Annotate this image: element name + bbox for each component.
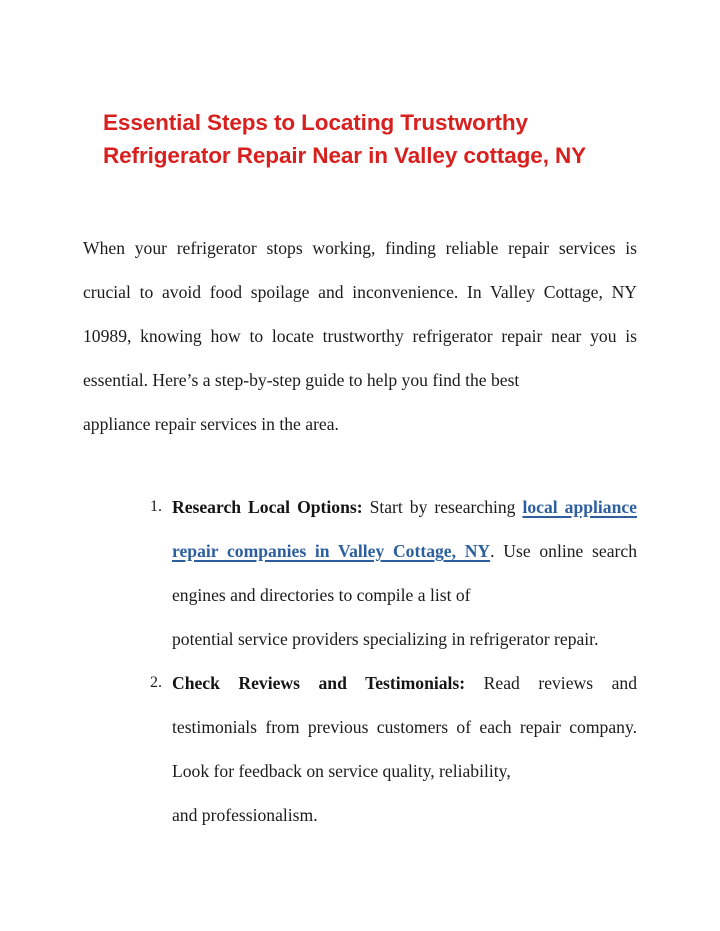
steps-list: 1. Research Local Options: Start by rese… xyxy=(136,485,637,837)
intro-paragraph-text: When your refrigerator stops working, fi… xyxy=(83,238,637,390)
list-item-tail-line: and professionalism. xyxy=(172,805,318,825)
list-item: 1. Research Local Options: Start by rese… xyxy=(136,485,637,661)
document-page: Essential Steps to Locating Trustworthy … xyxy=(0,0,720,931)
intro-paragraph-last-line: appliance repair services in the area. xyxy=(83,414,339,434)
list-item: 2. Check Reviews and Testimonials: Read … xyxy=(136,661,637,837)
intro-paragraph: When your refrigerator stops working, fi… xyxy=(83,226,637,446)
list-item-heading: Research Local Options: xyxy=(172,497,363,517)
list-item-marker: 1. xyxy=(150,498,162,515)
page-title: Essential Steps to Locating Trustworthy … xyxy=(103,110,587,168)
list-item-text-before-link: Start by researching xyxy=(362,497,523,517)
list-item-heading: Check Reviews and Testimonials: xyxy=(172,673,466,693)
list-item-tail-line: potential service providers specializing… xyxy=(172,629,599,649)
list-item-marker: 2. xyxy=(150,674,162,691)
